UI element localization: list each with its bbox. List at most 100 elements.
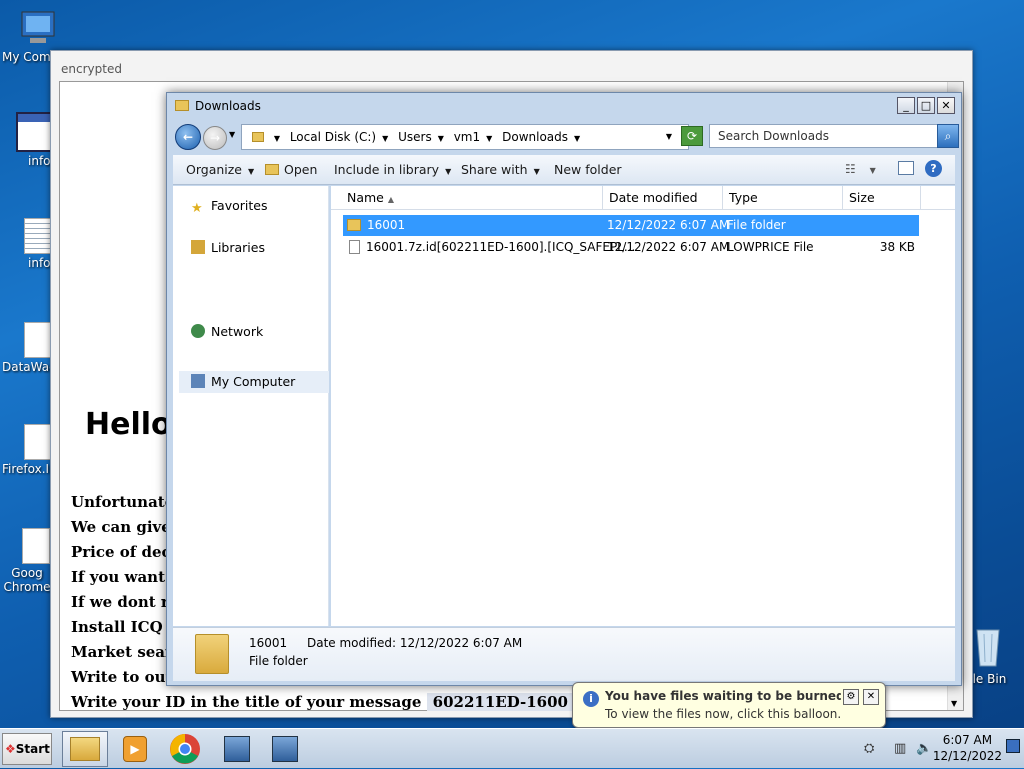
volume-icon[interactable]: 🔈 <box>916 741 932 756</box>
file-list: Name ▲ Date modified Type Size 16001 12/… <box>331 186 955 626</box>
explorer-window[interactable]: Downloads _ □ ✕ ← → ▼ ▼ Local Disk (C:) ▼… <box>166 92 962 686</box>
taskbar-chrome[interactable] <box>162 731 208 767</box>
recent-pages-dropdown-icon[interactable]: ▼ <box>229 130 235 139</box>
ransom-id-value: 602211ED-1600 <box>426 693 574 711</box>
sidebar-item-label: Network <box>211 324 264 339</box>
address-dropdown-icon[interactable]: ▼ <box>666 125 672 149</box>
clock-time: 6:07 AM <box>942 733 993 747</box>
text-file-icon <box>24 218 52 254</box>
navigation-pane: ★ Favorites Libraries My Computer Network <box>173 186 329 626</box>
chevron-down-icon: ▼ <box>248 167 255 176</box>
system-clock[interactable]: 6:07 AM 12/12/2022 <box>933 732 1002 764</box>
taskbar-app-1[interactable] <box>214 731 260 767</box>
chevron-down-icon: ▼ <box>533 167 540 176</box>
chevron-down-icon[interactable]: ▼ <box>574 134 580 143</box>
breadcrumb-item[interactable]: Downloads <box>502 130 568 144</box>
breadcrumb[interactable]: ▼ Local Disk (C:) ▼ Users ▼ vm1 ▼ Downloads… <box>241 124 689 150</box>
chevron-down-icon[interactable]: ▼ <box>274 134 280 143</box>
show-desktop-icon[interactable] <box>1006 739 1020 753</box>
column-header-date[interactable]: Date modified <box>603 186 723 210</box>
sidebar-item-label: Libraries <box>211 240 265 255</box>
date-cell: 12/12/2022 6:07 AM <box>607 218 730 232</box>
sidebar-item-my-computer[interactable]: My Computer <box>179 371 329 393</box>
maximize-button[interactable]: □ <box>917 97 935 114</box>
note-line: Write to our <box>71 668 174 686</box>
taskbar-media-player[interactable]: ▶ <box>112 731 158 767</box>
column-header-name[interactable]: Name ▲ <box>341 186 603 210</box>
file-name-cell: 16001 <box>347 215 405 236</box>
breadcrumb-folder-icon <box>252 132 264 142</box>
windows-logo-icon: ❖ <box>5 742 16 756</box>
network-computer-icon <box>272 736 298 762</box>
details-pane: 16001 Date modified: 12/12/2022 6:07 AM … <box>173 627 955 681</box>
sidebar-item-libraries[interactable]: Libraries <box>191 240 265 255</box>
computer-icon <box>18 8 58 48</box>
chevron-down-icon: ▼ <box>445 167 452 176</box>
include-in-library-button[interactable]: Include in library ▼ <box>334 162 451 177</box>
desktop-icon-chrome[interactable]: Goog Chrome <box>2 528 52 594</box>
folder-icon <box>70 737 100 761</box>
taskbar-explorer[interactable] <box>62 731 108 767</box>
chevron-down-icon[interactable]: ▼ <box>486 134 492 143</box>
burn-notification-balloon[interactable]: i You have files waiting to be burned to… <box>572 682 886 728</box>
table-row[interactable]: 16001.7z.id[602211ED-1600].[ICQ_SAFEPL..… <box>343 237 919 258</box>
include-label: Include in library <box>334 162 440 177</box>
sidebar-item-favorites[interactable]: ★ Favorites <box>191 198 268 216</box>
preview-pane-icon[interactable] <box>898 161 914 175</box>
library-icon <box>191 240 205 254</box>
open-folder-icon <box>265 164 279 175</box>
open-label: Open <box>284 162 318 177</box>
share-with-button[interactable]: Share with ▼ <box>461 162 540 177</box>
help-icon[interactable]: ? <box>925 160 942 177</box>
sidebar-item-label: My Computer <box>211 374 296 389</box>
chevron-down-icon[interactable]: ▼ <box>438 134 444 143</box>
taskbar-app-2[interactable] <box>262 731 308 767</box>
search-icon[interactable]: ⌕ <box>937 124 959 148</box>
scroll-down-arrow-icon[interactable]: ▼ <box>951 699 957 708</box>
search-input[interactable]: Search Downloads <box>709 124 939 148</box>
sidebar-item-label: Favorites <box>211 198 268 213</box>
date-cell: 12/12/2022 6:07 AM <box>607 240 730 254</box>
breadcrumb-item[interactable]: Users <box>398 130 432 144</box>
desktop-icon-label: Goog Chrome <box>3 566 51 594</box>
network-tray-icon[interactable]: ▥ <box>894 741 906 756</box>
open-button[interactable]: Open <box>265 162 317 177</box>
burn-tray-icon[interactable]: ⛭ <box>864 741 874 756</box>
breadcrumb-item[interactable]: Local Disk (C:) <box>290 130 376 144</box>
star-icon: ★ <box>191 201 203 216</box>
wrench-icon[interactable]: ⚙ <box>843 689 859 705</box>
recycle-bin-icon <box>974 626 1002 670</box>
file-name: 16001 <box>367 218 406 232</box>
balloon-title: You have files waiting to be burned to d… <box>605 689 841 703</box>
details-name: 16001 <box>249 636 288 650</box>
folder-icon <box>175 100 189 111</box>
explorer-titlebar[interactable]: Downloads _ □ ✕ <box>167 93 961 120</box>
column-header-type[interactable]: Type <box>723 186 843 210</box>
share-label: Share with <box>461 162 528 177</box>
file-icon <box>24 424 52 460</box>
minimize-button[interactable]: _ <box>897 97 915 114</box>
organize-button[interactable]: Organize ▼ <box>186 162 254 177</box>
back-arrow-icon[interactable]: ← <box>175 124 201 150</box>
note-line: Price of decr <box>71 543 179 561</box>
chevron-down-icon[interactable]: ▼ <box>382 134 388 143</box>
column-header-size[interactable]: Size <box>843 186 921 210</box>
start-label: Start <box>15 742 50 756</box>
window-title: Downloads <box>195 99 261 113</box>
new-folder-button[interactable]: New folder <box>554 162 622 177</box>
info-icon: i <box>583 691 599 707</box>
close-icon[interactable]: ✕ <box>863 689 879 705</box>
note-line: We can give <box>71 518 171 536</box>
start-button[interactable]: ❖Start <box>2 733 52 765</box>
table-row[interactable]: 16001 12/12/2022 6:07 AM File folder <box>343 215 919 236</box>
file-icon <box>22 528 50 564</box>
refresh-icon[interactable]: ⟳ <box>681 126 703 146</box>
file-icon <box>349 240 360 254</box>
view-options-icon[interactable]: ☷ ▼ <box>845 162 876 176</box>
forward-arrow-icon[interactable]: → <box>203 126 227 150</box>
sidebar-item-network[interactable]: Network <box>191 324 263 339</box>
column-label: Name <box>347 190 384 205</box>
close-button[interactable]: ✕ <box>937 97 955 114</box>
command-toolbar: Organize ▼ Open Include in library ▼ Share… <box>173 155 955 185</box>
breadcrumb-item[interactable]: vm1 <box>454 130 480 144</box>
